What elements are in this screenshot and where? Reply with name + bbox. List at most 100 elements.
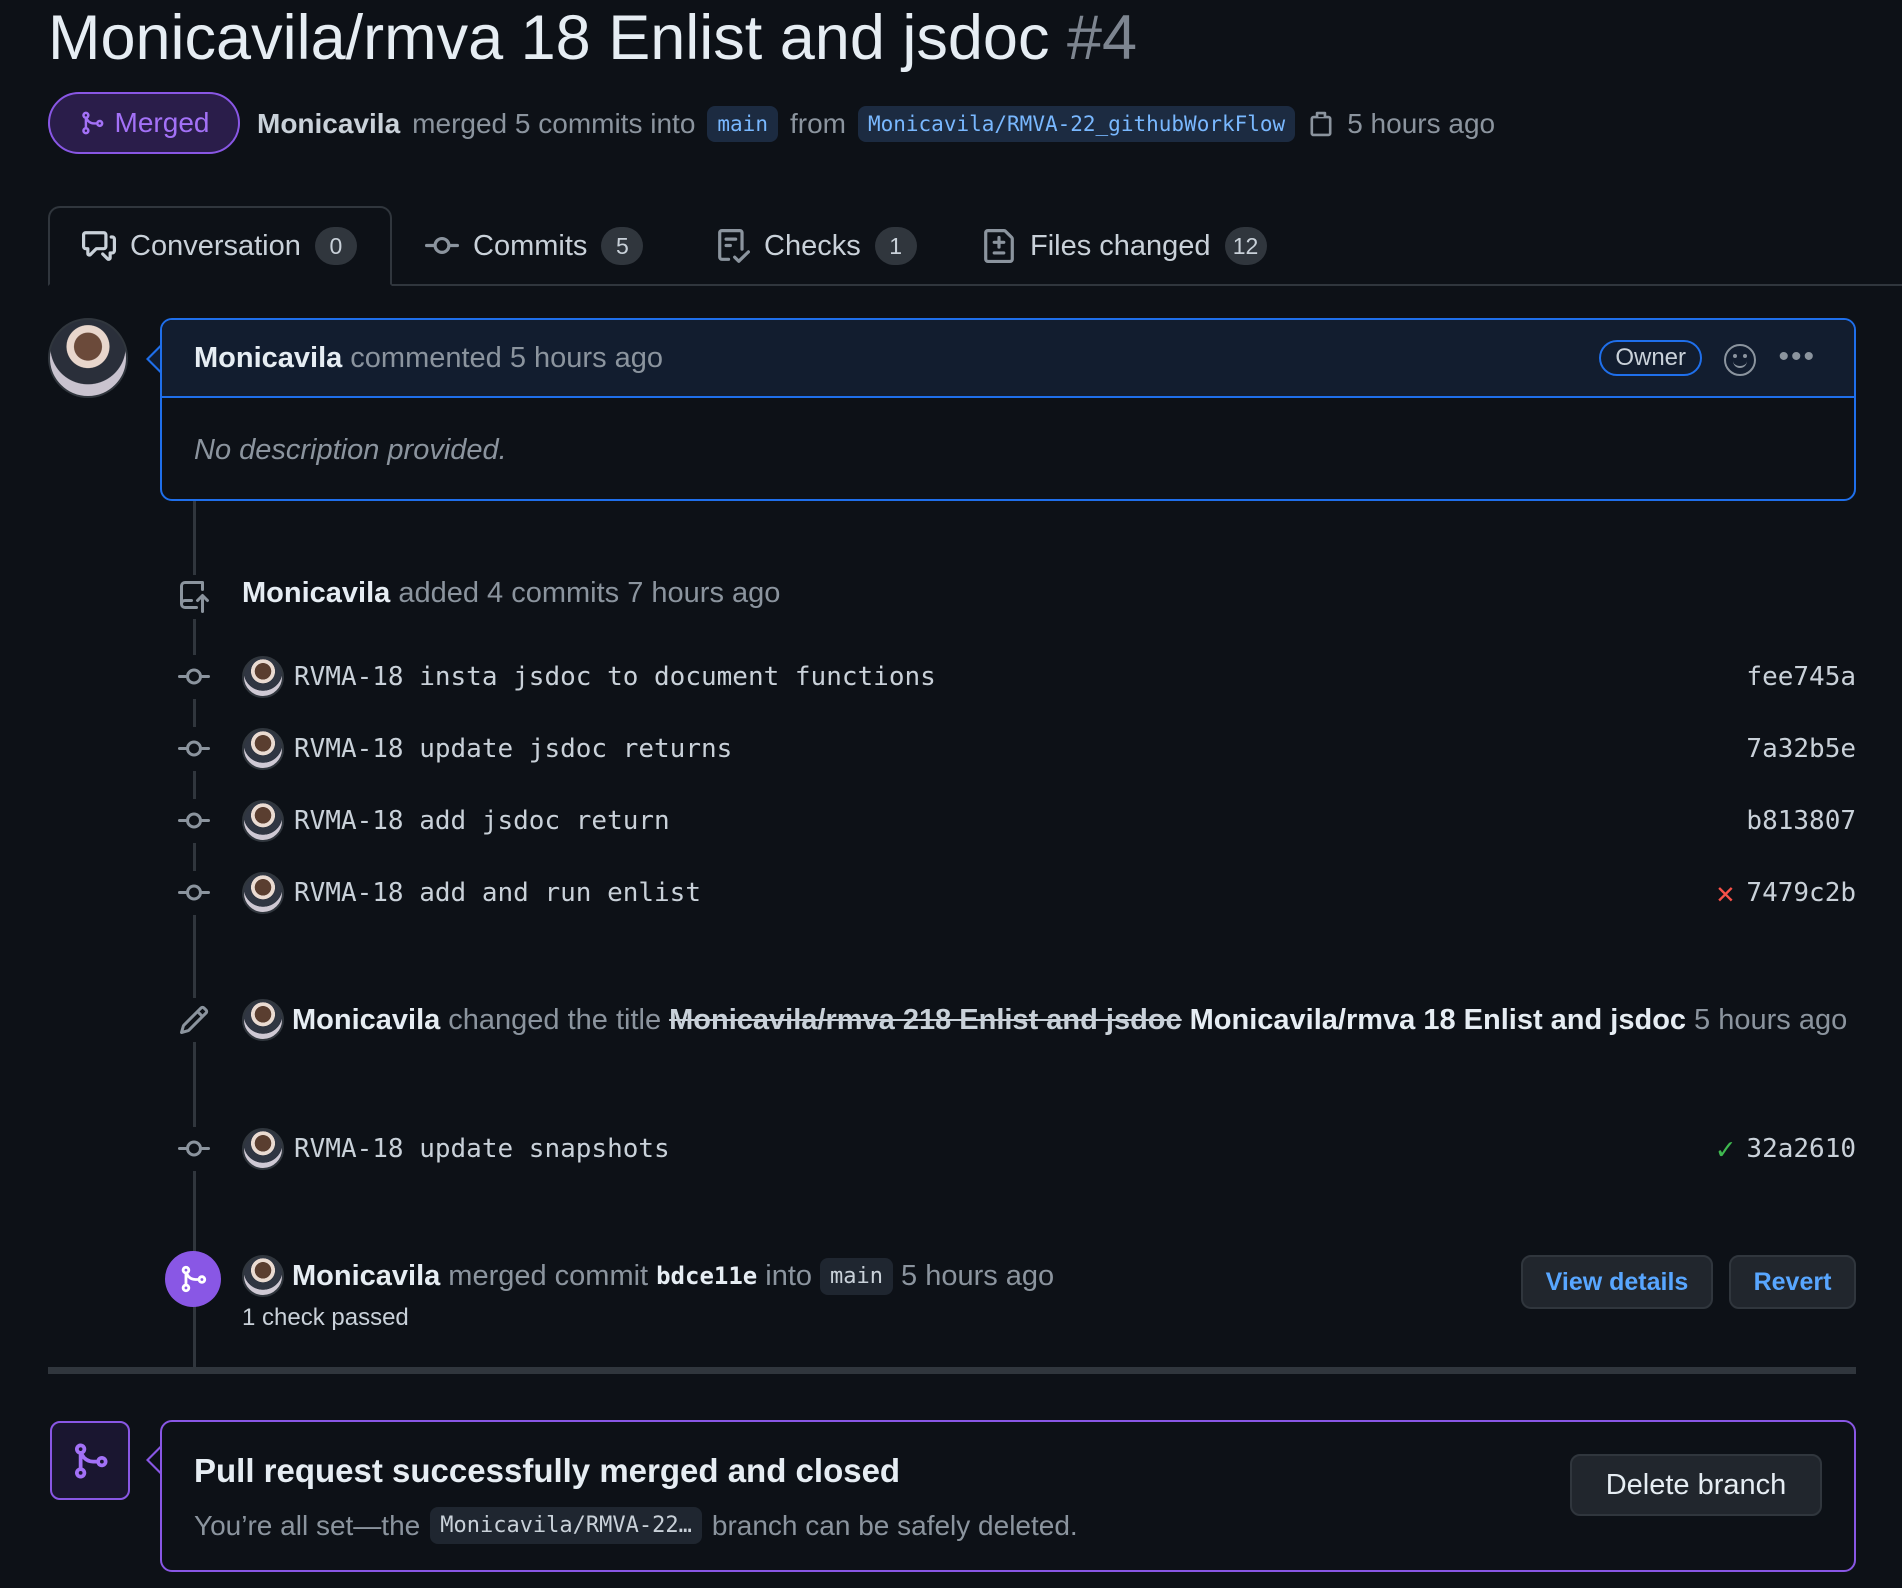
check-icon[interactable]: ✓ [1716,1132,1734,1167]
comment-pointer [146,345,161,373]
from-text: from [789,108,846,139]
kebab-menu-icon[interactable]: ••• [1778,340,1816,374]
commit-sha-text[interactable]: 7a32b5e [1746,734,1856,764]
commit-message[interactable]: RVMA-18 insta jsdoc to document function… [294,662,936,692]
checks-status[interactable]: 1 check passed [242,1304,409,1332]
commit-sha[interactable]: 7a32b5e [1746,734,1856,764]
comment-box: Monicavila commented 5 hours ago Owner •… [160,318,1856,501]
merge-commit-sha[interactable]: bdce11e [656,1262,757,1290]
commit-sha[interactable]: fee745a [1746,662,1856,692]
comment-discussion-icon [82,231,116,261]
tab-label: Checks [764,229,861,262]
git-commit-icon [172,799,216,843]
tab-label: Files changed [1030,229,1211,262]
commit-sha-text[interactable]: fee745a [1746,662,1856,692]
commit-sha[interactable]: ✓ 32a2610 [1716,1132,1856,1167]
merge-title: Pull request successfully merged and clo… [194,1452,901,1489]
tab-conversation[interactable]: Conversation 0 [48,206,392,286]
head-branch[interactable]: Monicavila/RMVA-22… [430,1507,702,1544]
head-branch[interactable]: Monicavila/RMVA-22_githubWorkFlow [857,106,1296,142]
merge-box-pointer [146,1446,161,1474]
event-action: changed the title [448,1003,662,1036]
git-merge-icon [81,111,103,135]
tab-label: Conversation [130,229,301,262]
commit-row: RVMA-18 insta jsdoc to document function… [242,655,1856,699]
git-commit-icon [172,727,216,771]
timeline-line [193,501,196,1371]
commit-sha-text[interactable]: b813807 [1746,806,1856,836]
checklist-icon [718,229,750,263]
avatar[interactable] [242,800,284,842]
owner-badge: Owner [1599,340,1702,376]
event-action: added 4 commits 7 hours ago [398,577,781,609]
commit-message[interactable]: RVMA-18 update jsdoc returns [294,734,732,764]
event-action: merged commit [448,1259,649,1292]
repo-push-icon [172,575,216,619]
commit-row: RVMA-18 update snapshots ✓ 32a2610 [242,1127,1856,1171]
pr-meta: Monicavila merged 5 commits into main fr… [257,98,1495,150]
tab-label: Commits [473,229,588,262]
commits-added-event: Monicavila added 4 commits 7 hours ago [242,577,780,610]
merge-description: You’re all set—the Monicavila/RMVA-22… b… [194,1507,1078,1544]
pr-title: Monicavila/rmva 18 Enlist and jsdoc #4 [48,0,1137,76]
event-author[interactable]: Monicavila [242,577,390,609]
git-merge-icon [50,1421,130,1500]
pr-number: #4 [1066,3,1138,73]
avatar[interactable] [242,872,284,914]
x-icon[interactable]: ✕ [1716,876,1734,911]
commit-sha[interactable]: ✕ 7479c2b [1716,876,1856,911]
avatar[interactable] [242,728,284,770]
desc-prefix: You’re all set—the [194,1509,421,1541]
pencil-icon [172,998,216,1042]
tab-counter: 5 [601,227,644,265]
author-link[interactable]: Monicavila [257,108,400,140]
delete-branch-button[interactable]: Delete branch [1570,1454,1822,1516]
tab-checks[interactable]: Checks 1 [716,206,917,286]
commit-message[interactable]: RVMA-18 add jsdoc return [294,806,670,836]
tab-commits[interactable]: Commits 5 [425,206,644,286]
event-time: 5 hours ago [1694,1003,1848,1036]
tab-counter: 12 [1224,227,1267,265]
add-reaction-icon[interactable] [1724,344,1756,376]
git-commit-icon [172,1127,216,1171]
merge-status-box: Pull request successfully merged and clo… [160,1420,1856,1572]
avatar[interactable] [242,1128,284,1170]
git-commit-icon [425,236,459,254]
avatar[interactable] [242,1255,284,1297]
copy-icon[interactable] [1307,109,1335,139]
tab-counter: 0 [314,227,357,265]
timeline-divider [48,1367,1856,1374]
event-author[interactable]: Monicavila [292,1260,440,1293]
comment-body: No description provided. [194,434,507,466]
merge-text: merged 5 commits into [412,108,696,139]
tab-files-changed[interactable]: Files changed 12 [982,206,1267,286]
commit-sha-text[interactable]: 7479c2b [1746,878,1856,908]
desc-suffix: branch can be safely deleted. [711,1509,1078,1541]
into-text: into [765,1259,813,1292]
avatar[interactable] [242,999,284,1041]
view-details-button[interactable]: View details [1521,1255,1713,1309]
git-commit-icon [172,655,216,699]
old-title: Monicavila/rmva 218 Enlist and jsdoc [669,1003,1182,1036]
event-author[interactable]: Monicavila [292,1004,440,1037]
commit-message[interactable]: RVMA-18 add and run enlist [294,878,701,908]
git-commit-icon [172,871,216,915]
git-merge-icon [165,1251,221,1307]
merged-state-badge: Merged [48,92,240,154]
file-diff-icon [984,229,1014,263]
commit-message[interactable]: RVMA-18 update snapshots [294,1134,670,1164]
new-title: Monicavila/rmva 18 Enlist and jsdoc [1189,1003,1687,1036]
revert-button[interactable]: Revert [1729,1255,1856,1309]
event-time: 5 hours ago [901,1259,1055,1292]
commit-sha-text[interactable]: 32a2610 [1746,1134,1856,1164]
comment-author[interactable]: Monicavila [194,342,342,375]
pr-time: 5 hours ago [1347,108,1496,139]
pr-title-text: Monicavila/rmva 18 Enlist and jsdoc [48,3,1050,73]
commit-row: RVMA-18 add and run enlist ✕ 7479c2b [242,871,1856,915]
base-branch[interactable]: main [820,1257,894,1295]
avatar[interactable] [48,318,128,398]
title-change-event: Monicavila changed the title Monicavila/… [242,999,1847,1041]
avatar[interactable] [242,656,284,698]
commit-sha[interactable]: b813807 [1746,806,1856,836]
base-branch[interactable]: main [707,106,778,142]
